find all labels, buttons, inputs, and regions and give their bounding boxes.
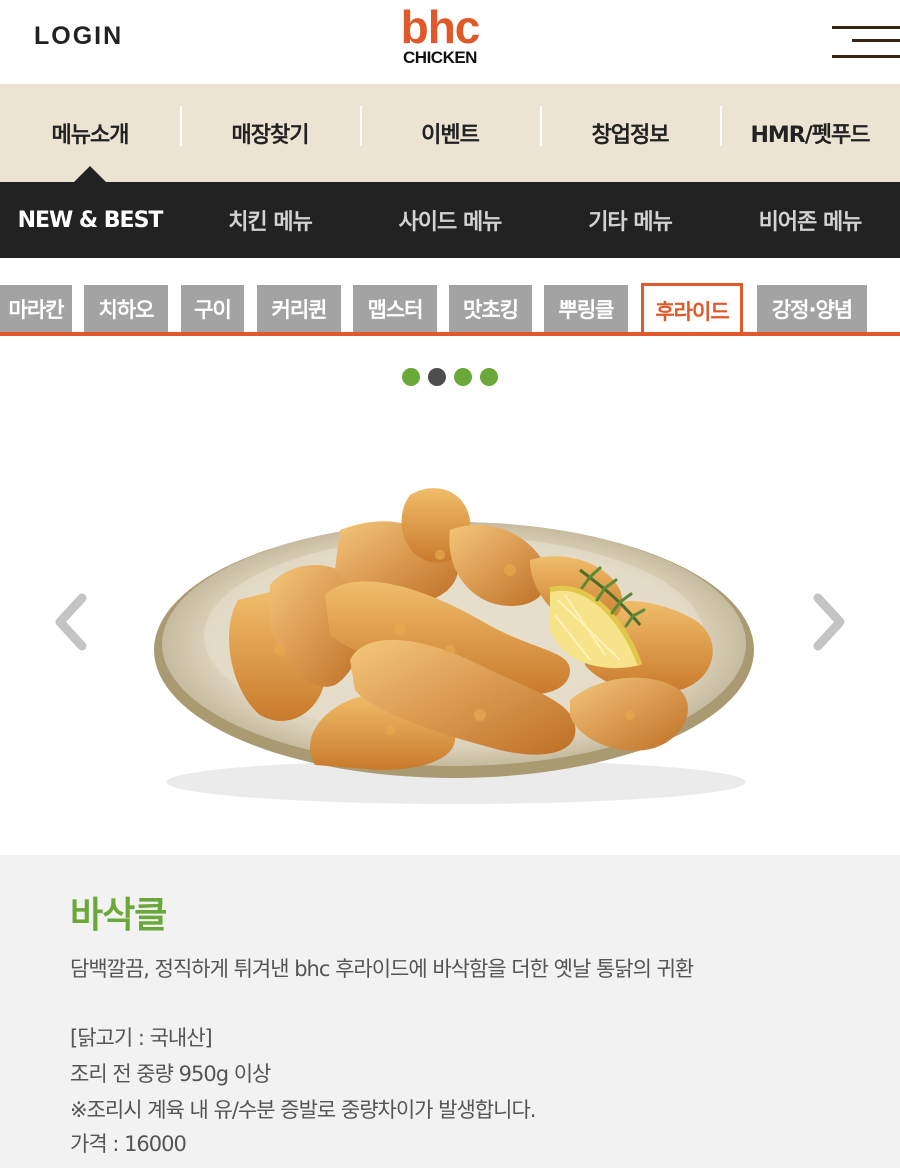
- chevron-right-icon[interactable]: [808, 592, 848, 652]
- slider-dot-4[interactable]: [480, 368, 498, 386]
- sub-nav-other-menu[interactable]: 기타 메뉴: [540, 182, 720, 258]
- main-nav-menu-intro[interactable]: 메뉴소개: [0, 84, 180, 182]
- fried-chicken-plate-image: [154, 488, 754, 804]
- slider-dot-3[interactable]: [454, 368, 472, 386]
- sub-nav-beerzone-menu[interactable]: 비어존 메뉴: [720, 182, 900, 258]
- product-weight: 조리 전 중량 950g 이상: [70, 1062, 271, 1086]
- category-tab-mapster[interactable]: 맵스터: [353, 285, 437, 332]
- product-name: 바삭클: [70, 895, 167, 936]
- chevron-left-icon[interactable]: [52, 592, 92, 652]
- slider-dot-2[interactable]: [428, 368, 446, 386]
- category-tab-matchoking[interactable]: 맛초킹: [449, 285, 532, 332]
- category-tab-curry-queen[interactable]: 커리퀸: [257, 285, 341, 332]
- login-link[interactable]: LOGIN: [34, 22, 123, 51]
- category-tab-gui[interactable]: 구이: [181, 285, 244, 332]
- main-nav: 메뉴소개 매장찾기 이벤트 창업정보 HMR/펫푸드: [0, 84, 900, 182]
- main-nav-franchise-info[interactable]: 창업정보: [540, 84, 720, 182]
- logo-chicken-text: CHICKEN: [403, 48, 477, 67]
- category-tab-gangjeong-yangnyeom[interactable]: 강정·양념: [757, 285, 867, 332]
- main-nav-store-finder[interactable]: 매장찾기: [180, 84, 360, 182]
- category-tab-malakan[interactable]: 마라칸: [0, 285, 72, 332]
- product-weight-note: ※조리시 계육 내 유/수분 증발로 중량차이가 발생합니다.: [70, 1098, 536, 1122]
- slider-pagination: [402, 368, 498, 386]
- category-tab-chihao[interactable]: 치하오: [84, 285, 168, 332]
- category-tabs-underline: [0, 332, 900, 336]
- hamburger-icon[interactable]: [832, 22, 900, 62]
- product-description: 담백깔끔, 정직하게 튀겨낸 bhc 후라이드에 바삭함을 더한 옛날 통닭의 …: [70, 957, 694, 981]
- main-nav-hmr-petfood[interactable]: HMR/펫푸드: [720, 84, 900, 182]
- header: LOGIN bhc CHICKEN: [0, 0, 900, 84]
- category-tab-fried[interactable]: 후라이드: [641, 283, 743, 336]
- bhc-chicken-logo[interactable]: bhc CHICKEN: [400, 1, 481, 67]
- product-price: 가격 : 16000: [70, 1132, 187, 1156]
- logo-bhc-text: bhc: [400, 1, 481, 53]
- sub-nav: NEW & BEST 치킨 메뉴 사이드 메뉴 기타 메뉴 비어존 메뉴: [0, 182, 900, 258]
- sub-nav-chicken-menu[interactable]: 치킨 메뉴: [180, 182, 360, 258]
- sub-nav-side-menu[interactable]: 사이드 메뉴: [360, 182, 540, 258]
- slider-dot-1[interactable]: [402, 368, 420, 386]
- category-tab-ppuringkle[interactable]: 뿌링클: [544, 285, 628, 332]
- sub-nav-new-best[interactable]: NEW & BEST: [0, 182, 180, 258]
- main-nav-events[interactable]: 이벤트: [360, 84, 540, 182]
- product-origin: [닭고기 : 국내산]: [70, 1026, 213, 1050]
